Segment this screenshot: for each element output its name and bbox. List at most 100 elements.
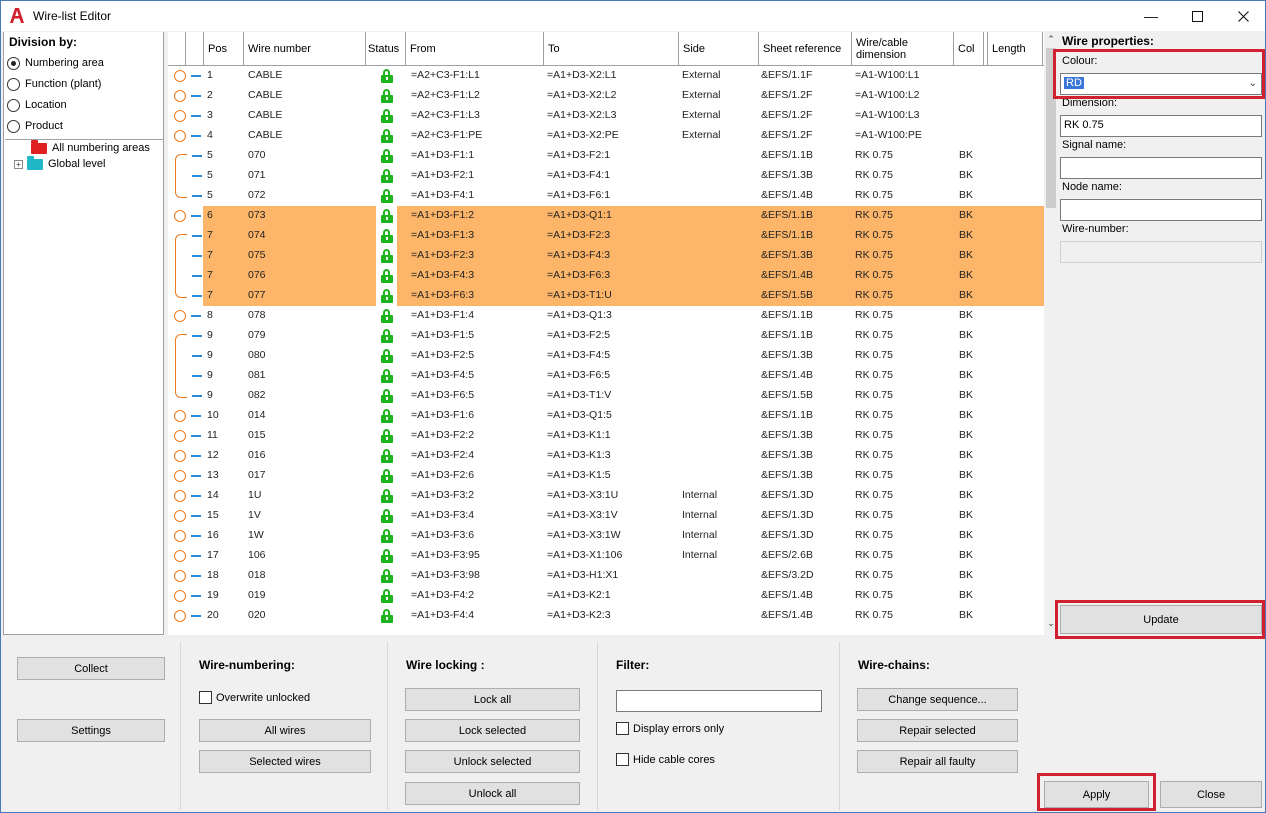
unlock-selected-button[interactable]: Unlock selected [405, 750, 580, 773]
checkbox-icon[interactable] [616, 722, 629, 735]
radio-product[interactable]: Product [7, 118, 63, 134]
unlocked-status-icon[interactable] [381, 169, 393, 183]
repair-selected-button[interactable]: Repair selected [857, 719, 1018, 742]
table-row[interactable]: 12 016 =A1+D3-F2:4 =A1+D3-K1:3 &EFS/1.3B RK 0… [168, 446, 1044, 466]
tree-item-all-numbering-areas[interactable]: All numbering areas [27, 139, 150, 156]
table-row[interactable]: 18 018 =A1+D3-F3:98 =A1+D3-H1:X1 &EFS/3.2D RK… [168, 566, 1044, 586]
change-sequence-button[interactable]: Change sequence... [857, 688, 1018, 711]
unlocked-status-icon[interactable] [381, 369, 393, 383]
unlocked-status-icon[interactable] [381, 469, 393, 483]
column-header-col[interactable]: Col [954, 32, 984, 66]
settings-button[interactable]: Settings [17, 719, 165, 742]
unlocked-status-icon[interactable] [381, 249, 393, 263]
table-row[interactable]: 7 075 =A1+D3-F2:3 =A1+D3-F4:3 &EFS/1.3B RK 0.… [168, 246, 1044, 266]
unlocked-status-icon[interactable] [381, 589, 393, 603]
table-row[interactable]: 7 077 =A1+D3-F6:3 =A1+D3-T1:U &EFS/1.5B RK 0.… [168, 286, 1044, 306]
unlocked-status-icon[interactable] [381, 269, 393, 283]
unlocked-status-icon[interactable] [381, 149, 393, 163]
apply-button[interactable]: Apply [1044, 781, 1149, 808]
column-header-side[interactable]: Side [679, 32, 759, 66]
column-header-wire-number[interactable]: Wire number [244, 32, 366, 66]
unlocked-status-icon[interactable] [381, 89, 393, 103]
table-row[interactable]: 15 1V =A1+D3-F3:4 =A1+D3-X3:1V Internal &EFS/… [168, 506, 1044, 526]
checkbox-icon[interactable] [616, 753, 629, 766]
unlocked-status-icon[interactable] [381, 429, 393, 443]
unlocked-status-icon[interactable] [381, 289, 393, 303]
column-header-to[interactable]: To [544, 32, 679, 66]
column-header-from[interactable]: From [406, 32, 544, 66]
lock-selected-button[interactable]: Lock selected [405, 719, 580, 742]
properties-scrollbar[interactable]: ⌃ ⌄ [1045, 32, 1057, 635]
table-row[interactable]: 9 081 =A1+D3-F4:5 =A1+D3-F6:5 &EFS/1.4B RK 0.… [168, 366, 1044, 386]
dimension-input[interactable]: RK 0.75 [1060, 115, 1262, 137]
unlocked-status-icon[interactable] [381, 189, 393, 203]
table-row[interactable]: 4 CABLE =A2+C3-F1:PE =A1+D3-X2:PE External &E… [168, 126, 1044, 146]
radio-numbering-area[interactable]: Numbering area [7, 55, 104, 71]
table-row[interactable]: 14 1U =A1+D3-F3:2 =A1+D3-X3:1U Internal &EFS/… [168, 486, 1044, 506]
table-row[interactable]: 5 071 =A1+D3-F2:1 =A1+D3-F4:1 &EFS/1.3B RK 0.… [168, 166, 1044, 186]
expand-icon[interactable]: + [14, 159, 23, 169]
unlocked-status-icon[interactable] [381, 449, 393, 463]
column-header-sheet-reference[interactable]: Sheet reference [759, 32, 852, 66]
unlocked-status-icon[interactable] [381, 569, 393, 583]
radio-icon[interactable] [7, 119, 20, 133]
table-row[interactable]: 2 CABLE =A2+C3-F1:L2 =A1+D3-X2:L2 External &E… [168, 86, 1044, 106]
repair-all-faulty-button[interactable]: Repair all faulty [857, 750, 1018, 773]
tree-item-global-level[interactable]: + Global level [5, 155, 105, 172]
selected-wires-button[interactable]: Selected wires [199, 750, 371, 773]
table-row[interactable]: 9 080 =A1+D3-F2:5 =A1+D3-F4:5 &EFS/1.3B RK 0.… [168, 346, 1044, 366]
column-header-status[interactable]: Status [366, 32, 406, 66]
unlocked-status-icon[interactable] [381, 329, 393, 343]
scroll-up-icon[interactable]: ⌃ [1046, 34, 1056, 45]
node-name-input[interactable] [1060, 199, 1262, 221]
display-errors-only-checkbox[interactable]: Display errors only [616, 722, 724, 735]
unlocked-status-icon[interactable] [381, 129, 393, 143]
radio-location[interactable]: Location [7, 97, 67, 113]
radio-selected-icon[interactable] [7, 56, 20, 70]
collect-button[interactable]: Collect [17, 657, 165, 680]
unlocked-status-icon[interactable] [381, 409, 393, 423]
table-row[interactable]: 20 020 =A1+D3-F4:4 =A1+D3-K2:3 &EFS/1.4B RK 0… [168, 606, 1044, 626]
maximize-icon[interactable] [1174, 1, 1220, 31]
table-row[interactable]: 19 019 =A1+D3-F4:2 =A1+D3-K2:1 &EFS/1.4B RK 0… [168, 586, 1044, 606]
unlocked-status-icon[interactable] [381, 109, 393, 123]
table-row[interactable]: 11 015 =A1+D3-F2:2 =A1+D3-K1:1 &EFS/1.3B RK 0… [168, 426, 1044, 446]
lock-all-button[interactable]: Lock all [405, 688, 580, 711]
signal-name-input[interactable] [1060, 157, 1262, 179]
table-row[interactable]: 3 CABLE =A2+C3-F1:L3 =A1+D3-X2:L3 External &E… [168, 106, 1044, 126]
table-row[interactable]: 16 1W =A1+D3-F3:6 =A1+D3-X3:1W Internal &EFS/… [168, 526, 1044, 546]
checkbox-icon[interactable] [199, 691, 212, 704]
minimize-icon[interactable]: — [1128, 1, 1174, 31]
radio-icon[interactable] [7, 77, 20, 91]
all-wires-button[interactable]: All wires [199, 719, 371, 742]
close-icon[interactable] [1220, 1, 1266, 31]
unlocked-status-icon[interactable] [381, 549, 393, 563]
table-row[interactable]: 6 073 =A1+D3-F1:2 =A1+D3-Q1:1 &EFS/1.1B RK 0.… [168, 206, 1044, 226]
table-row[interactable]: 5 072 =A1+D3-F4:1 =A1+D3-F6:1 &EFS/1.4B RK 0.… [168, 186, 1044, 206]
table-row[interactable]: 9 082 =A1+D3-F6:5 =A1+D3-T1:V &EFS/1.5B RK 0.… [168, 386, 1044, 406]
table-row[interactable]: 7 076 =A1+D3-F4:3 =A1+D3-F6:3 &EFS/1.4B RK 0.… [168, 266, 1044, 286]
table-row[interactable]: 8 078 =A1+D3-F1:4 =A1+D3-Q1:3 &EFS/1.1B RK 0.… [168, 306, 1044, 326]
table-row[interactable]: 17 106 =A1+D3-F3:95 =A1+D3-X1:106 Internal &E… [168, 546, 1044, 566]
close-button[interactable]: Close [1160, 781, 1262, 808]
unlocked-status-icon[interactable] [381, 509, 393, 523]
unlocked-status-icon[interactable] [381, 209, 393, 223]
radio-function-plant[interactable]: Function (plant) [7, 76, 101, 92]
column-header-pos[interactable]: Pos [204, 32, 244, 66]
unlocked-status-icon[interactable] [381, 69, 393, 83]
hide-cable-cores-checkbox[interactable]: Hide cable cores [616, 753, 715, 766]
unlocked-status-icon[interactable] [381, 309, 393, 323]
unlock-all-button[interactable]: Unlock all [405, 782, 580, 805]
unlocked-status-icon[interactable] [381, 349, 393, 363]
table-row[interactable]: 13 017 =A1+D3-F2:6 =A1+D3-K1:5 &EFS/1.3B RK 0… [168, 466, 1044, 486]
column-header-length[interactable]: Length [988, 32, 1043, 66]
table-row[interactable]: 5 070 =A1+D3-F1:1 =A1+D3-F2:1 &EFS/1.1B RK 0.… [168, 146, 1044, 166]
overwrite-unlocked-checkbox[interactable]: Overwrite unlocked [199, 691, 310, 704]
unlocked-status-icon[interactable] [381, 529, 393, 543]
table-row[interactable]: 9 079 =A1+D3-F1:5 =A1+D3-F2:5 &EFS/1.1B RK 0.… [168, 326, 1044, 346]
column-header-wire-cable-dimension[interactable]: Wire/cable dimension [852, 32, 954, 66]
unlocked-status-icon[interactable] [381, 489, 393, 503]
table-row[interactable]: 1 CABLE =A2+C3-F1:L1 =A1+D3-X2:L1 External &E… [168, 66, 1044, 86]
table-row[interactable]: 10 014 =A1+D3-F1:6 =A1+D3-Q1:5 &EFS/1.1B RK 0… [168, 406, 1044, 426]
radio-icon[interactable] [7, 98, 20, 112]
